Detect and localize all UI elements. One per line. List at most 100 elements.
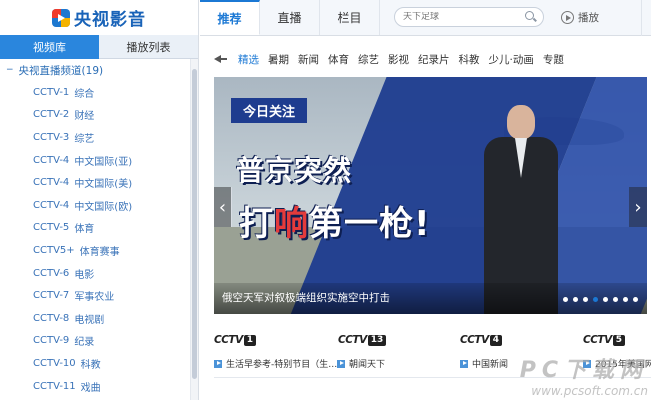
- category-item[interactable]: 体育: [328, 54, 349, 66]
- banner-next-button[interactable]: ›: [629, 187, 647, 227]
- tab-playlist[interactable]: 播放列表: [99, 35, 198, 59]
- channel-name: 电视剧: [74, 314, 105, 326]
- channel-group-header[interactable]: − 央视直播频道(19): [0, 59, 190, 81]
- banner-caption[interactable]: 俄空天军对叙极端组织实施空中打击: [222, 290, 390, 305]
- channel-code: CCTV-2: [33, 109, 70, 121]
- category-item[interactable]: 科教: [459, 54, 480, 66]
- scrollbar-thumb[interactable]: [192, 69, 197, 379]
- cctv-logo: CCTV 4: [460, 333, 502, 347]
- channel-item[interactable]: CCTV5+ 体育赛事: [0, 239, 190, 262]
- search-input[interactable]: [403, 12, 525, 22]
- channel-code: CCTV-4: [33, 154, 70, 166]
- collapse-icon: −: [6, 65, 14, 75]
- channel-name: 电影: [74, 269, 95, 281]
- program-title: 朝闻天下: [349, 360, 386, 370]
- channel-name: 体育: [74, 224, 95, 236]
- play-button[interactable]: 播放: [561, 0, 599, 35]
- channel-name: 戏曲: [80, 382, 101, 394]
- cctv-logo: CCTV 5: [583, 333, 625, 347]
- cctv-logo: CCTV 1: [214, 333, 256, 347]
- headline-part: 打: [239, 204, 274, 244]
- channel-list: − 央视直播频道(19) CCTV-1 综合 CCTV-2 财经 CCTV-3 综艺 CCT…: [0, 59, 190, 400]
- channel-code: CCTV-6: [33, 267, 70, 279]
- channel-item[interactable]: CCTV-8 电视剧: [0, 307, 190, 330]
- banner-page-dot[interactable]: [593, 297, 598, 302]
- channel-item[interactable]: CCTV-4 中文国际(亚): [0, 149, 190, 172]
- channel-item[interactable]: CCTV-4 中文国际(美): [0, 171, 190, 194]
- channel-item[interactable]: CCTV-10 科教: [0, 352, 190, 375]
- banner-page-dot[interactable]: [573, 297, 578, 302]
- banner-page-dot[interactable]: [563, 297, 568, 302]
- search-box: [394, 7, 544, 27]
- app-logo: 央视影音: [0, 0, 198, 35]
- tab-live[interactable]: 直播: [260, 0, 320, 35]
- channel-item[interactable]: CCTV-6 电影: [0, 262, 190, 285]
- channel-item[interactable]: CCTV-2 财经: [0, 104, 190, 127]
- channel-code: CCTV-11: [33, 380, 76, 392]
- cctv-logo-text: CCTV: [214, 334, 243, 346]
- channel-code: CCTV5+: [33, 244, 75, 256]
- tab-video-library[interactable]: 视频库: [0, 35, 99, 59]
- channel-name: 体育赛事: [79, 246, 120, 258]
- channel-code: CCTV-4: [33, 177, 70, 189]
- channel-item[interactable]: CCTV-4 中文国际(欧): [0, 194, 190, 217]
- channel-name: 纪录: [74, 337, 95, 349]
- back-arrow-icon[interactable]: [214, 52, 228, 66]
- banner-page-dot[interactable]: [603, 297, 608, 302]
- channel-program[interactable]: 中国新闻: [460, 357, 508, 370]
- banner-headline-line1: 普京突然: [236, 154, 353, 187]
- category-item[interactable]: 专题: [543, 54, 564, 66]
- channel-item[interactable]: CCTV-7 军事农业: [0, 284, 190, 307]
- featured-banner[interactable]: 今日关注 普京突然 打响第一枪! ‹ › 俄空天军对叙极端组织实施空中打击: [214, 77, 647, 314]
- watermark: PC下载网 www.pcsoft.com.cn: [520, 352, 648, 398]
- channel-list-scrollbar[interactable]: [190, 59, 198, 400]
- channel-item[interactable]: CCTV-5 体育: [0, 217, 190, 240]
- banner-page-dot[interactable]: [633, 297, 638, 302]
- banner-page-dot[interactable]: [583, 297, 588, 302]
- channel-code: CCTV-10: [33, 357, 76, 369]
- channel-name: 中文国际(欧): [74, 201, 133, 213]
- channel-code: CCTV-7: [33, 290, 70, 302]
- banner-page-dot[interactable]: [613, 297, 618, 302]
- search-icon[interactable]: [525, 11, 537, 23]
- play-label: 播放: [578, 12, 599, 24]
- channel-name: 中文国际(亚): [74, 156, 133, 168]
- channel-item[interactable]: CCTV-1 综合: [0, 81, 190, 104]
- category-nav: 精选 暑期 新闻 体育 综艺 影视 纪录片 科教 少儿·动画 专题: [214, 49, 573, 69]
- tab-columns[interactable]: 栏目: [320, 0, 380, 35]
- headline-part: 响: [274, 204, 309, 244]
- tab-recommend[interactable]: 推荐: [200, 0, 260, 35]
- watermark-title: PC下载网: [519, 358, 648, 383]
- category-item[interactable]: 暑期: [268, 54, 289, 66]
- channel-card[interactable]: CCTV 13 朝闻天下: [337, 333, 457, 373]
- banner-label: 今日关注: [231, 98, 308, 123]
- channel-name: 综艺: [74, 133, 95, 145]
- category-item[interactable]: 纪录片: [418, 54, 450, 66]
- banner-prev-button[interactable]: ‹: [214, 187, 232, 227]
- category-item[interactable]: 影视: [388, 54, 409, 66]
- channel-code: CCTV-3: [33, 131, 70, 143]
- program-title: 生活早参考-特别节目（生…: [226, 360, 338, 370]
- cctv-logo-number: 5: [612, 334, 625, 346]
- category-item[interactable]: 少儿·动画: [489, 54, 534, 66]
- channel-program[interactable]: 朝闻天下: [337, 357, 385, 370]
- category-item[interactable]: 精选: [238, 54, 259, 66]
- channel-program[interactable]: 生活早参考-特别节目（生…: [214, 357, 337, 370]
- channel-name: 科教: [80, 359, 101, 371]
- channel-item[interactable]: CCTV-11 戏曲: [0, 375, 190, 398]
- window-control[interactable]: [641, 0, 651, 36]
- channel-card[interactable]: CCTV 1 生活早参考-特别节目（生…: [214, 333, 337, 373]
- watermark-url: www.pcsoft.com.cn: [531, 384, 648, 398]
- category-item[interactable]: 新闻: [298, 54, 319, 66]
- channel-item[interactable]: CCTV-9 纪录: [0, 330, 190, 353]
- banner-page-dot[interactable]: [623, 297, 628, 302]
- left-tabs: 视频库 播放列表: [0, 35, 198, 59]
- channel-name: 中文国际(美): [74, 179, 133, 191]
- channel-name: 军事农业: [74, 292, 115, 304]
- category-item[interactable]: 综艺: [358, 54, 379, 66]
- cctv-logo-text: CCTV: [338, 334, 367, 346]
- channel-item[interactable]: CCTV-3 综艺: [0, 126, 190, 149]
- cctv-logo: CCTV 13: [338, 333, 387, 347]
- channel-group-label: 央视直播频道(19): [18, 64, 104, 77]
- channel-code: CCTV-4: [33, 199, 70, 211]
